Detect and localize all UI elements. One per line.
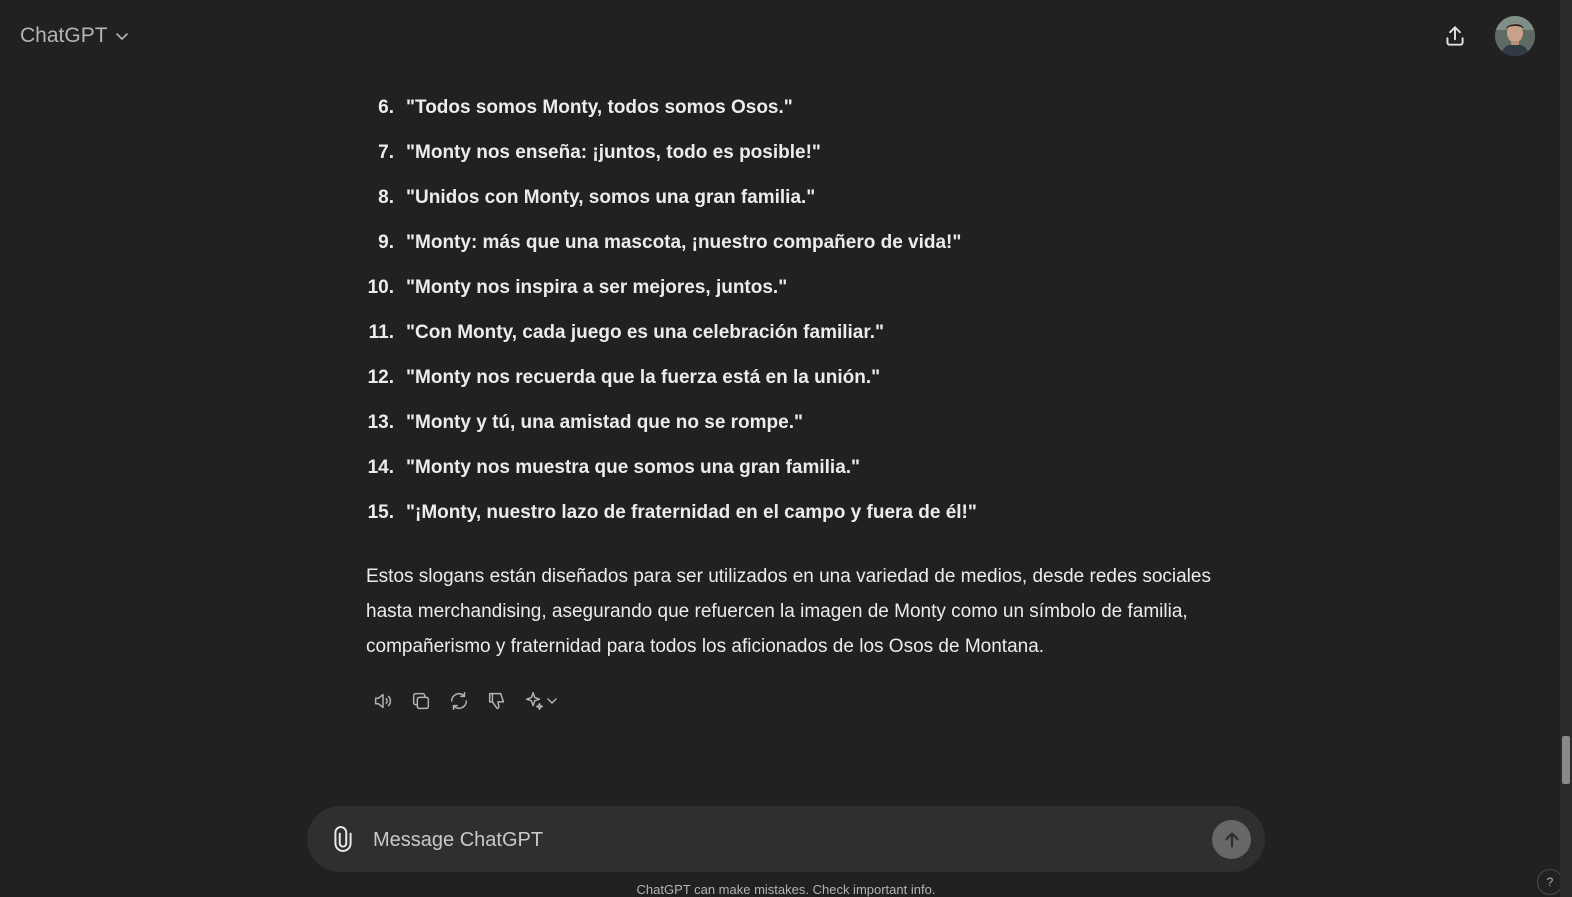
list-item-number: 13. [367,412,394,433]
regenerate-button[interactable] [442,686,476,716]
speaker-icon [374,693,392,709]
list-item-text: "¡Monty, nuestro lazo de fraternidad en … [406,502,977,523]
chatgpt-window: 5. "Monty, el abrazo de la familia Osos.… [0,0,1572,897]
scrollbar-thumb[interactable] [1562,736,1570,784]
list-item-text: "Monty nos enseña: ¡juntos, todo es posi… [406,142,821,163]
list-item: 11. "Con Monty, cada juego es una celebr… [366,310,1246,355]
share-button[interactable] [1436,17,1474,55]
list-item-number: 15. [367,502,394,523]
list-item-text: "Unidos con Monty, somos una gran famili… [406,187,816,208]
scroll-down-arrow[interactable] [1560,792,1572,804]
list-item-number: 11. [368,322,394,343]
list-item: 8. "Unidos con Monty, somos una gran fam… [366,175,1246,220]
arrow-up-icon [1224,831,1239,848]
copy-button[interactable] [404,686,438,716]
list-item-number: 10. [367,277,394,298]
list-item-text: "Todos somos Monty, todos somos Osos." [406,97,793,118]
list-item: 13. "Monty y tú, una amistad que no se r… [366,400,1246,445]
list-item-text: "Con Monty, cada juego es una celebració… [406,322,885,343]
list-item-text: "Monty nos muestra que somos una gran fa… [406,457,861,478]
list-item-number: 6. [378,97,394,118]
disclaimer-text: ChatGPT can make mistakes. Check importa… [636,882,936,897]
summary-paragraph: Estos slogans están diseñados para ser u… [366,566,1211,657]
list-item-text: "Monty y tú, una amistad que no se rompe… [406,412,804,433]
list-item: 15. "¡Monty, nuestro lazo de fraternidad… [366,490,1246,535]
attach-button[interactable] [327,823,359,855]
list-item: 6. "Todos somos Monty, todos somos Osos.… [366,85,1246,130]
list-item-text: "Monty: más que una mascota, ¡nuestro co… [406,232,962,253]
list-item-number: 7. [378,142,394,163]
list-item-number: 12. [367,367,394,388]
copy-icon [412,692,430,710]
slogan-list: 5. "Monty, el abrazo de la familia Osos.… [366,40,1246,535]
list-item-text: "Monty nos recuerda que la fuerza está e… [406,367,881,388]
model-name: ChatGPT [20,24,108,47]
thumbs-down-button[interactable] [480,686,514,716]
regenerate-icon [450,692,468,710]
chevron-down-icon [115,33,128,40]
scroll-up-arrow[interactable] [1560,0,1572,12]
model-selector[interactable]: ChatGPT [12,16,138,56]
list-item: 12. "Monty nos recuerda que la fuerza es… [366,355,1246,400]
message-input[interactable] [371,822,1195,858]
list-item-number: 14. [367,457,394,478]
paperclip-icon [334,826,352,852]
user-photo [1495,16,1535,56]
list-item-text: "Monty nos inspira a ser mejores, juntos… [406,277,788,298]
read-aloud-button[interactable] [366,686,400,716]
assistant-message: 5. "Monty, el abrazo de la familia Osos.… [366,40,1246,664]
share-icon [1446,26,1464,46]
list-item: 14. "Monty nos muestra que somos una gra… [366,445,1246,490]
user-avatar[interactable] [1495,16,1535,56]
list-item: 9. "Monty: más que una mascota, ¡nuestro… [366,220,1246,265]
list-item: 7. "Monty nos enseña: ¡juntos, todo es p… [366,130,1246,175]
chevron-down-icon [546,698,557,704]
list-item-number: 9. [378,232,394,253]
sparkle-model-icon [525,692,543,710]
top-bar: ChatGPT [0,0,1560,72]
change-model-button[interactable] [518,686,562,716]
list-item-number: 8. [378,187,394,208]
send-button[interactable] [1212,820,1251,859]
list-item: 10. "Monty nos inspira a ser mejores, ju… [366,265,1246,310]
thumbs-down-icon [488,692,505,710]
message-actions [366,686,562,716]
message-composer [307,806,1265,872]
